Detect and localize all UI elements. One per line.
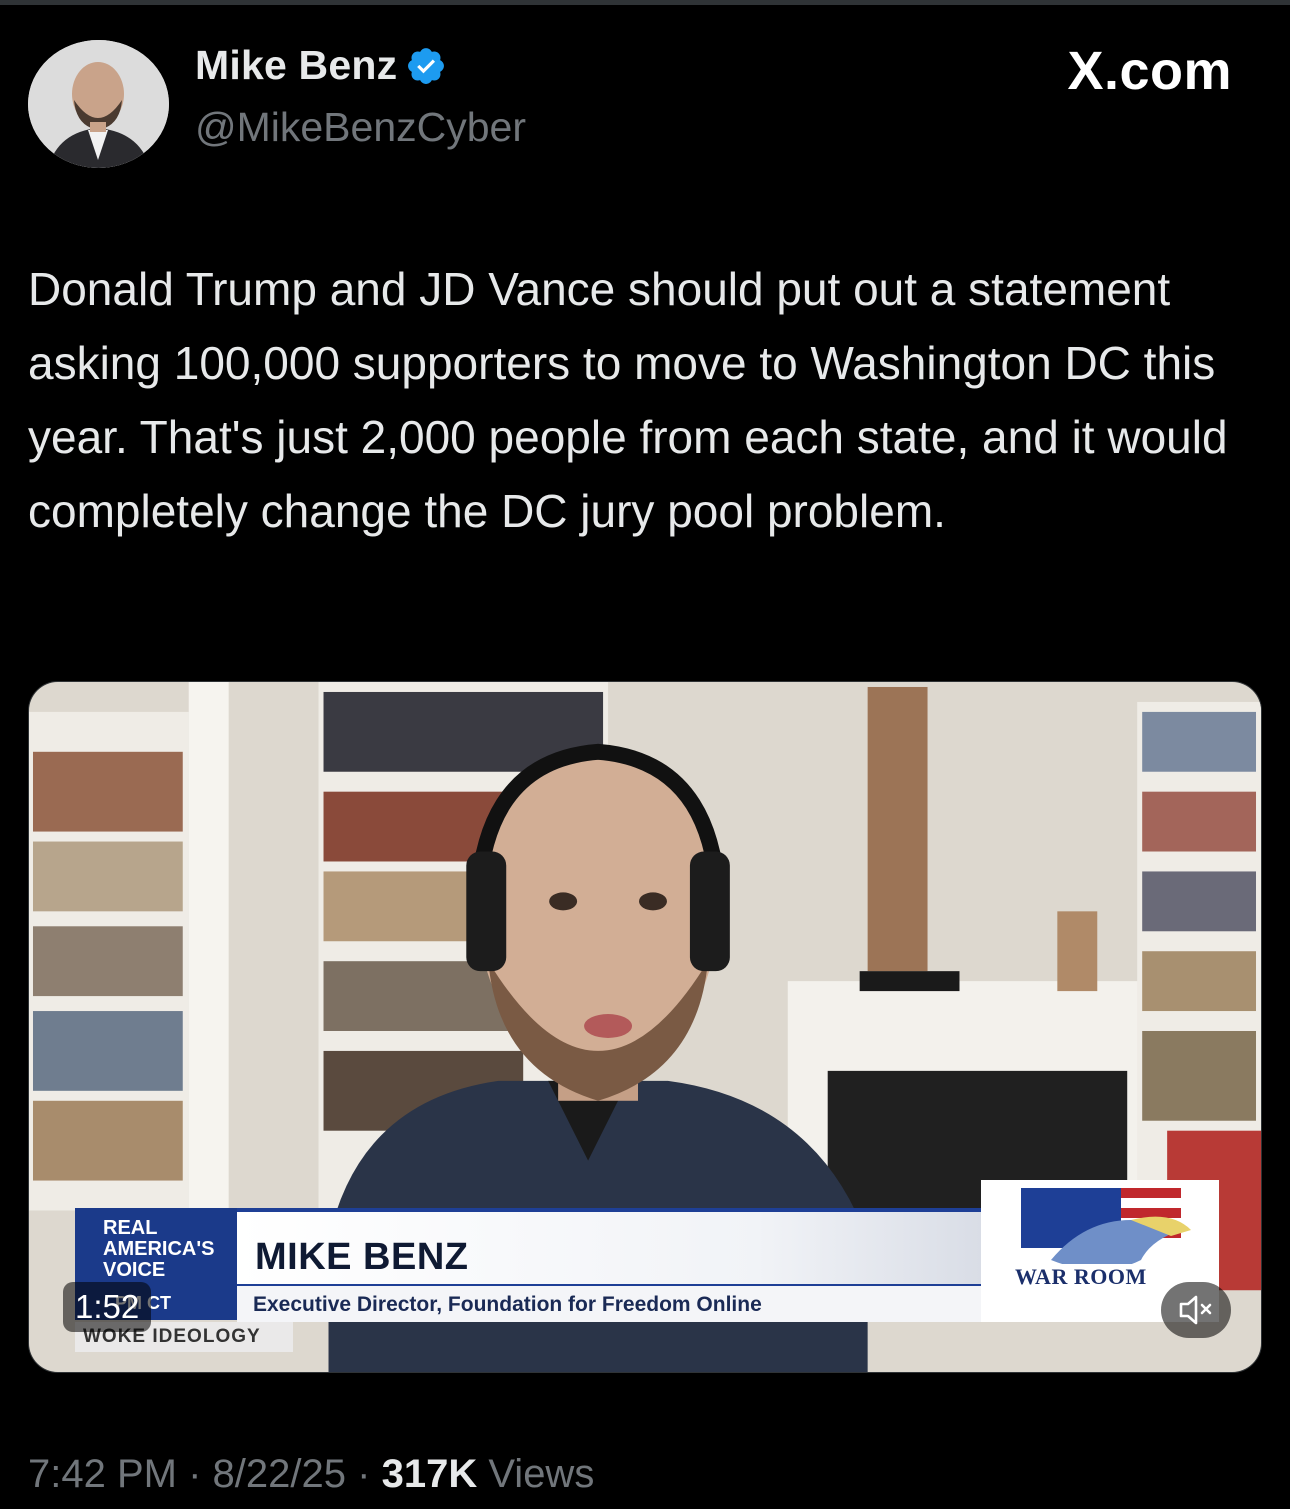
video-player[interactable]: REAL AMERICA'S VOICE MIKE BENZ Executive… [28, 681, 1262, 1373]
tweet-time[interactable]: 7:42 PM [28, 1452, 177, 1496]
speaker-name: MIKE BENZ [255, 1236, 469, 1278]
lower-third-name-bar: MIKE BENZ [237, 1208, 981, 1284]
author-name-row[interactable]: Mike Benz [195, 42, 447, 89]
logo-line: REAL [103, 1217, 158, 1239]
views-count[interactable]: 317K [382, 1452, 478, 1496]
avatar[interactable] [28, 40, 169, 168]
views-label[interactable]: Views [488, 1452, 594, 1496]
mute-button[interactable] [1161, 1282, 1231, 1338]
top-divider [0, 0, 1290, 5]
lower-third-title-bar: Executive Director, Foundation for Freed… [237, 1284, 981, 1322]
left-bookshelf-books [32, 751, 183, 1181]
tweet-meta: 7:42 PM · 8/22/25 · 317K Views [28, 1452, 594, 1497]
logo-line: AMERICA'S [103, 1238, 215, 1260]
verified-badge-icon [408, 47, 445, 84]
logo-line: VOICE [103, 1259, 166, 1281]
show-logo-label: WAR ROOM [1007, 1264, 1155, 1290]
tweet-text: Donald Trump and JD Vance should put out… [28, 263, 1228, 537]
author-handle[interactable]: @MikeBenzCyber [195, 104, 526, 151]
meta-separator: · [357, 1452, 371, 1496]
meta-separator: · [188, 1452, 202, 1496]
video-duration: 1:52 [63, 1282, 152, 1332]
avatar-image [28, 40, 169, 168]
brand-watermark: X.com [1067, 41, 1232, 101]
tweet-date[interactable]: 8/22/25 [213, 1452, 346, 1496]
speaker-title: Executive Director, Foundation for Freed… [253, 1293, 762, 1316]
speaker-muted-icon [1179, 1295, 1212, 1325]
author-name[interactable]: Mike Benz [195, 42, 397, 89]
